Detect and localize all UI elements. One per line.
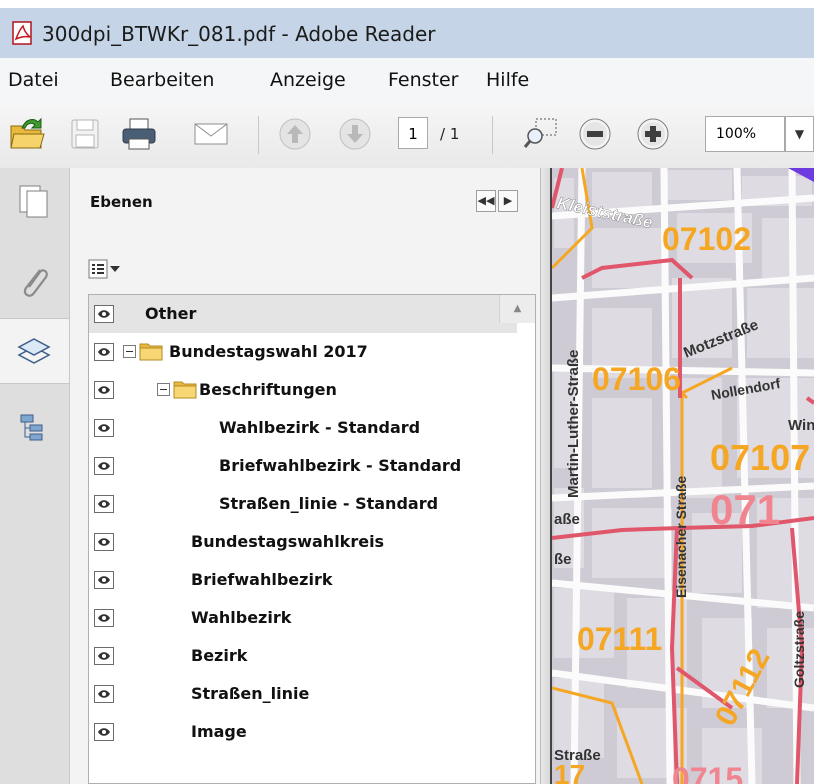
model-tree-button[interactable]	[0, 396, 69, 462]
title-bar: 300dpi_BTWKr_081.pdf - Adobe Reader	[0, 0, 814, 58]
paperclip-icon	[23, 269, 48, 297]
layer-row[interactable]: Other	[89, 295, 517, 333]
map-street-label: Eisenacher Straße	[673, 476, 689, 598]
layer-row[interactable]: Wahlbezirk	[89, 599, 517, 637]
page-number-input[interactable]: 1	[398, 117, 428, 149]
scroll-up-arrow-icon[interactable]: ▲	[499, 295, 535, 323]
document-view[interactable]: 07102 07106 07107 071 07111 07112 17 071…	[552, 168, 814, 784]
expand-panel-button[interactable]: ▶	[498, 190, 518, 212]
layer-label: Bezirk	[191, 646, 248, 665]
map-page: 07102 07106 07107 071 07111 07112 17 071…	[552, 168, 814, 784]
marquee-zoom-icon[interactable]	[522, 114, 560, 154]
layer-options-menu-icon[interactable]	[88, 258, 128, 280]
visibility-eye-icon[interactable]	[94, 533, 114, 551]
collapse-toggle-icon[interactable]	[157, 383, 170, 396]
toolbar-separator	[258, 116, 259, 154]
email-icon[interactable]	[192, 114, 230, 154]
visibility-eye-icon[interactable]	[94, 419, 114, 437]
visibility-eye-icon[interactable]	[94, 381, 114, 399]
zoom-dropdown-chevron-icon[interactable]: ▼	[785, 116, 814, 152]
layer-row[interactable]: Bundestagswahl 2017	[89, 333, 517, 371]
layer-row[interactable]: Briefwahlbezirk - Standard	[89, 447, 517, 485]
tree-structure-icon	[20, 414, 43, 441]
zoom-in-icon[interactable]	[634, 114, 672, 154]
layer-row[interactable]: Wahlbezirk - Standard	[89, 409, 517, 447]
menu-fenster[interactable]: Fenster	[388, 69, 458, 91]
zoom-level-input[interactable]: 100%	[705, 116, 785, 152]
menu-hilfe[interactable]: Hilfe	[486, 69, 529, 91]
collapse-toggle-icon[interactable]	[123, 345, 136, 358]
visibility-eye-icon[interactable]	[94, 685, 114, 703]
zoom-out-icon[interactable]	[576, 114, 614, 154]
layer-label: Wahlbezirk	[191, 608, 292, 627]
visibility-eye-icon[interactable]	[94, 343, 114, 361]
map-street-label: Win	[788, 417, 814, 434]
layers-icon	[17, 338, 51, 364]
layer-row[interactable]: Beschriftungen	[89, 371, 517, 409]
window-title: 300dpi_BTWKr_081.pdf - Adobe Reader	[42, 22, 436, 46]
layer-label: Briefwahlbezirk	[191, 570, 333, 589]
panel-title: Ebenen	[90, 193, 153, 211]
layer-label: Wahlbezirk - Standard	[219, 418, 421, 437]
map-district-label: 07111	[577, 621, 662, 657]
layer-label: Straßen_linie - Standard	[219, 494, 439, 513]
layer-label: Other	[145, 304, 197, 323]
pages-icon	[19, 185, 48, 218]
attachments-button[interactable]	[0, 250, 69, 316]
map-street-label: Martin-Luther-Straße	[565, 350, 582, 498]
open-folder-icon[interactable]	[8, 114, 46, 154]
map-district-label: 07102	[662, 221, 751, 257]
layer-row[interactable]: Briefwahlbezirk	[89, 561, 517, 599]
navigation-pane-strip	[0, 168, 70, 784]
save-disk-icon[interactable]	[66, 114, 104, 154]
map-district-label: 07107	[710, 437, 810, 478]
page-total: / 1	[440, 125, 460, 143]
map-district-label: 07106	[592, 361, 681, 397]
map-district-label: 0715	[672, 761, 743, 784]
map-street-label: Straße	[554, 747, 601, 764]
collapse-panel-button[interactable]: ◀◀	[476, 190, 496, 212]
layer-label: Bundestagswahlkreis	[191, 532, 385, 551]
map-street-label: aße	[554, 511, 580, 528]
visibility-eye-icon[interactable]	[94, 571, 114, 589]
visibility-eye-icon[interactable]	[94, 495, 114, 513]
visibility-eye-icon[interactable]	[94, 305, 114, 323]
visibility-eye-icon[interactable]	[94, 647, 114, 665]
visibility-eye-icon[interactable]	[94, 609, 114, 627]
layer-label: Image	[191, 722, 247, 741]
layer-row[interactable]: Bundestagswahlkreis	[89, 523, 517, 561]
pdf-file-icon	[12, 21, 32, 45]
toolbar-separator	[492, 116, 493, 154]
layer-label: Beschriftungen	[199, 380, 337, 399]
layer-row[interactable]: Straßen_linie - Standard	[89, 485, 517, 523]
page-thumbnails-button[interactable]	[0, 168, 69, 234]
pane-splitter[interactable]	[540, 168, 552, 784]
map-district-label: 071	[710, 486, 780, 533]
next-page-icon[interactable]	[336, 114, 374, 154]
visibility-eye-icon[interactable]	[94, 457, 114, 475]
layer-row[interactable]: Bezirk	[89, 637, 517, 675]
layer-row[interactable]: Straßen_linie	[89, 675, 517, 713]
menu-datei[interactable]: Datei	[8, 69, 59, 91]
folder-icon	[139, 343, 163, 361]
menu-bearbeiten[interactable]: Bearbeiten	[110, 69, 214, 91]
layers-button[interactable]	[0, 318, 69, 384]
previous-page-icon[interactable]	[276, 114, 314, 154]
menu-anzeige[interactable]: Anzeige	[270, 69, 346, 91]
toolbar: 1 / 1 100% ▼	[0, 102, 814, 169]
layer-label: Bundestagswahl 2017	[169, 342, 368, 361]
layer-label: Briefwahlbezirk - Standard	[219, 456, 462, 475]
layers-panel: Ebenen ◀◀ ▶ Other Bundestagswahl 2017 Besc…	[70, 168, 540, 784]
visibility-eye-icon[interactable]	[94, 723, 114, 741]
map-street-label: ße	[554, 551, 572, 568]
menu-bar: Datei Bearbeiten Anzeige Fenster Hilfe	[0, 58, 814, 102]
folder-icon	[173, 381, 197, 399]
layer-row[interactable]: Image	[89, 713, 517, 751]
print-icon[interactable]	[120, 114, 158, 154]
layers-tree: Other Bundestagswahl 2017 Beschriftungen Wa…	[88, 294, 536, 784]
map-street-label: Goltzstraße	[791, 611, 807, 688]
layer-label: Straßen_linie	[191, 684, 310, 703]
